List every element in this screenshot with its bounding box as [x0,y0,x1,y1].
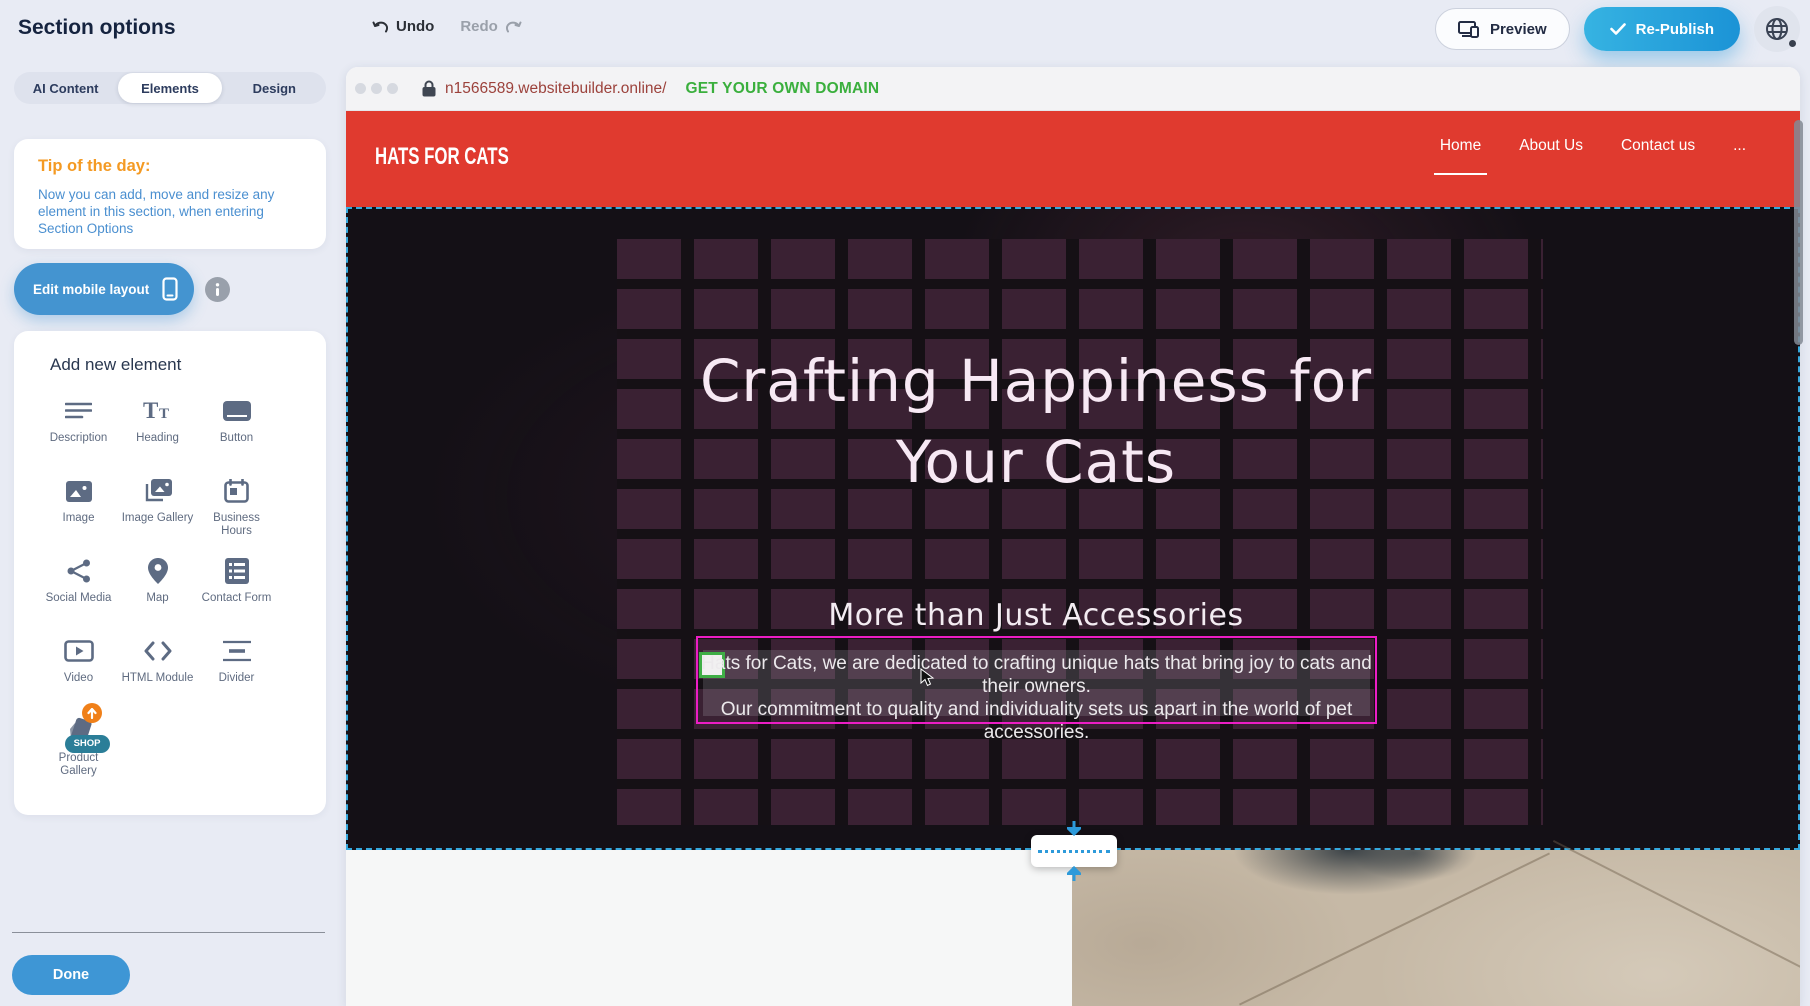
element-button[interactable]: Button [197,393,276,473]
edit-mobile-layout-button[interactable]: Edit mobile layout [14,263,194,315]
site-url: n1566589.websitebuilder.online/ [445,80,666,98]
button-icon [223,393,251,429]
description-icon [65,393,92,429]
tab-ai-content[interactable]: AI Content [14,73,117,103]
element-image-gallery[interactable]: Image Gallery [118,473,197,553]
add-new-element-panel: Add new element Description TT Heading B… [14,331,326,815]
tip-heading: Tip of the day: [38,157,302,176]
preview-label: Preview [1490,21,1547,38]
section-resize-handle[interactable] [1031,835,1117,867]
tab-design[interactable]: Design [223,73,326,103]
panel-tabs: AI Content Elements Design [14,72,326,104]
nav-more-icon[interactable]: ... [1733,137,1746,161]
image-gallery-icon [144,473,172,509]
redo-icon [505,20,522,34]
product-gallery-icon: SHOP [64,713,94,749]
form-icon [225,553,249,589]
calendar-icon [224,473,249,509]
hero-subheading[interactable]: More than Just Accessories [348,598,1724,633]
element-image[interactable]: Image [39,473,118,553]
preview-button[interactable]: Preview [1435,8,1570,50]
hero-heading[interactable]: Crafting Happiness for Your Cats [348,341,1724,503]
upgrade-badge-icon [82,703,102,723]
site-logo[interactable]: HATS FOR CATS [375,143,509,171]
history-controls: Undo Redo [372,18,522,35]
undo-icon [372,20,389,34]
hero-paragraph[interactable]: Hats for Cats, we are dedicated to craft… [698,652,1375,744]
scrollbar-thumb[interactable] [1794,120,1803,345]
next-section-photo [1072,850,1800,1006]
devices-icon [1458,21,1480,38]
element-video[interactable]: Video [39,633,118,713]
window-controls-icon [355,83,398,94]
arrow-up-icon [1067,866,1081,881]
tab-elements[interactable]: Elements [118,73,221,103]
undo-button[interactable]: Undo [372,18,434,35]
nav-contact-us[interactable]: Contact us [1621,137,1695,161]
map-pin-icon [148,553,168,589]
element-contact-form[interactable]: Contact Form [197,553,276,633]
redo-label: Redo [460,18,498,35]
site-nav: Home About Us Contact us ... [1440,137,1746,161]
globe-notification-dot [1789,40,1796,47]
browser-bar: n1566589.websitebuilder.online/ GET YOUR… [346,67,1800,111]
globe-icon [1764,16,1790,42]
video-icon [64,633,94,669]
svg-text:T: T [159,406,169,422]
info-button[interactable] [205,277,230,302]
site-header: HATS FOR CATS Home About Us Contact us .… [346,111,1800,207]
undo-label: Undo [396,18,434,35]
floor-seam [1239,852,1550,1005]
add-panel-title: Add new element [50,355,326,375]
redo-button[interactable]: Redo [460,18,522,35]
nav-about-us[interactable]: About Us [1519,137,1583,161]
tip-of-the-day-card: Tip of the day: Now you can add, move an… [14,139,326,249]
element-divider[interactable]: Divider [197,633,276,713]
svg-text:T: T [143,399,158,423]
phone-icon [162,277,178,301]
heading-icon: TT [143,393,173,429]
language-globe-button[interactable] [1754,6,1800,52]
republish-label: Re-Publish [1636,21,1714,38]
next-section-blank [346,850,1072,1006]
element-grid: Description TT Heading Button Image Imag… [39,393,326,793]
element-social-media[interactable]: Social Media [39,553,118,633]
address-bar: n1566589.websitebuilder.online/ GET YOUR… [422,80,879,98]
get-domain-link[interactable]: GET YOUR OWN DOMAIN [685,80,879,98]
page-title: Section options [18,16,176,40]
section-boundary-dashes [1038,850,1110,853]
topbar-actions: Preview Re-Publish [1435,6,1800,52]
image-icon [66,473,92,509]
selected-text-element[interactable]: Hats for Cats, we are dedicated to craft… [696,636,1377,724]
element-html-module[interactable]: HTML Module [118,633,197,713]
code-icon [144,633,172,669]
done-button[interactable]: Done [12,955,130,995]
sidebar-divider [12,932,325,933]
hero-section-selected[interactable]: Crafting Happiness for Your Cats More th… [346,207,1800,850]
divider-icon [223,633,251,669]
nav-home[interactable]: Home [1440,137,1481,161]
element-map[interactable]: Map [118,553,197,633]
republish-button[interactable]: Re-Publish [1584,7,1740,51]
lock-icon [422,80,436,97]
element-business-hours[interactable]: Business Hours [197,473,276,553]
element-heading[interactable]: TT Heading [118,393,197,473]
check-icon [1610,23,1626,35]
mouse-cursor [920,668,936,688]
element-description[interactable]: Description [39,393,118,473]
shop-badge: SHOP [65,735,110,753]
share-icon [67,553,91,589]
edit-mobile-layout-label: Edit mobile layout [33,282,149,297]
element-product-gallery[interactable]: SHOP Product Gallery [39,713,118,793]
floor-seam [1553,840,1800,978]
info-icon [214,283,221,296]
arrow-down-icon [1067,821,1081,836]
tip-body: Now you can add, move and resize any ele… [38,186,298,237]
